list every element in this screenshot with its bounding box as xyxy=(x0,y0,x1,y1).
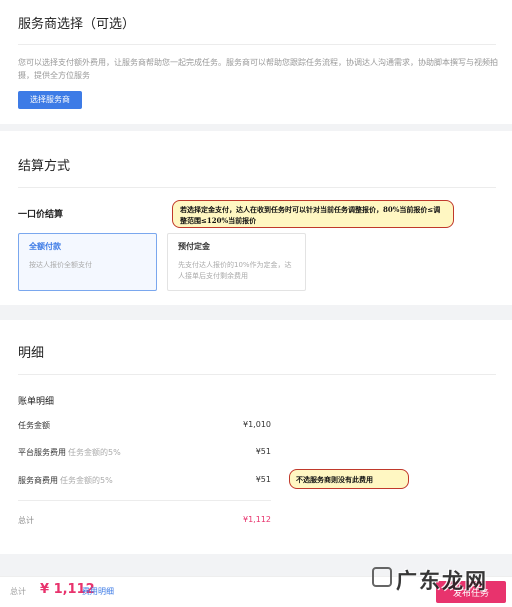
settlement-section-title: 结算方式 xyxy=(18,159,71,174)
bill-detail-label: 账单明细 xyxy=(18,397,55,407)
option-deposit[interactable]: 预付定金 先支付达人报价的10%作为定金，达人接单后支付剩余费用 xyxy=(167,233,306,291)
row-label: 服务商费用 xyxy=(18,476,58,485)
total-label: 总计 xyxy=(18,516,34,525)
watermark-text: 广东龙网 xyxy=(396,568,488,593)
row-amount: ¥1,010 xyxy=(243,420,271,429)
option-full-payment[interactable]: 全额付款 按达人报价全额支付 xyxy=(18,233,157,291)
select-provider-button[interactable]: 选择服务商 xyxy=(18,91,82,109)
provider-fee-annotation: 不选服务商则没有此费用 xyxy=(289,469,409,489)
footer-total-label: 总计 xyxy=(10,587,26,596)
site-watermark: 广东龙网 xyxy=(372,565,504,593)
bill-row-total: 总计 ¥1,112 xyxy=(18,515,271,526)
divider xyxy=(18,44,496,45)
row-label: 任务金额 xyxy=(18,421,50,430)
row-hint: 任务金额的5% xyxy=(60,476,113,485)
divider xyxy=(18,500,271,501)
bill-row-task-amount: 任务金额 ¥1,010 xyxy=(18,420,271,431)
provider-section-title: 服务商选择（可选） xyxy=(18,17,136,32)
option-title: 全额付款 xyxy=(29,242,61,251)
bill-row-platform-fee: 平台服务费用 任务金额的5% ¥51 xyxy=(18,447,271,458)
row-label: 平台服务费用 xyxy=(18,448,66,457)
total-amount: ¥1,112 xyxy=(243,515,271,524)
option-desc: 先支付达人报价的10%作为定金，达人接单后支付剩余费用 xyxy=(178,261,292,280)
option-desc: 按达人报价全额支付 xyxy=(29,261,92,269)
divider xyxy=(18,374,496,375)
option-title: 预付定金 xyxy=(178,242,210,251)
deposit-annotation: 若选择定金支付，达人在收到任务时可以针对当前任务调整报价，80%当前报价≤调整范… xyxy=(172,200,454,228)
row-amount: ¥51 xyxy=(255,447,271,456)
detail-section-title: 明细 xyxy=(18,346,45,361)
divider xyxy=(18,187,496,188)
settlement-method-label: 一口价结算 xyxy=(18,210,64,220)
row-amount: ¥51 xyxy=(255,475,271,484)
provider-section: 服务商选择（可选） 您可以选择支付额外费用，让服务商帮助您一起完成任务。服务商可… xyxy=(0,0,512,124)
row-hint: 任务金额的5% xyxy=(68,448,121,457)
watermark-logo-icon xyxy=(372,567,392,587)
provider-description: 您可以选择支付额外费用，让服务商帮助您一起完成任务。服务商可以帮助您跟踪任务流程… xyxy=(18,58,498,80)
fee-detail-link[interactable]: 费用明细 xyxy=(82,586,114,597)
bill-row-provider-fee: 服务商费用 任务金额的5% ¥51 xyxy=(18,475,271,486)
